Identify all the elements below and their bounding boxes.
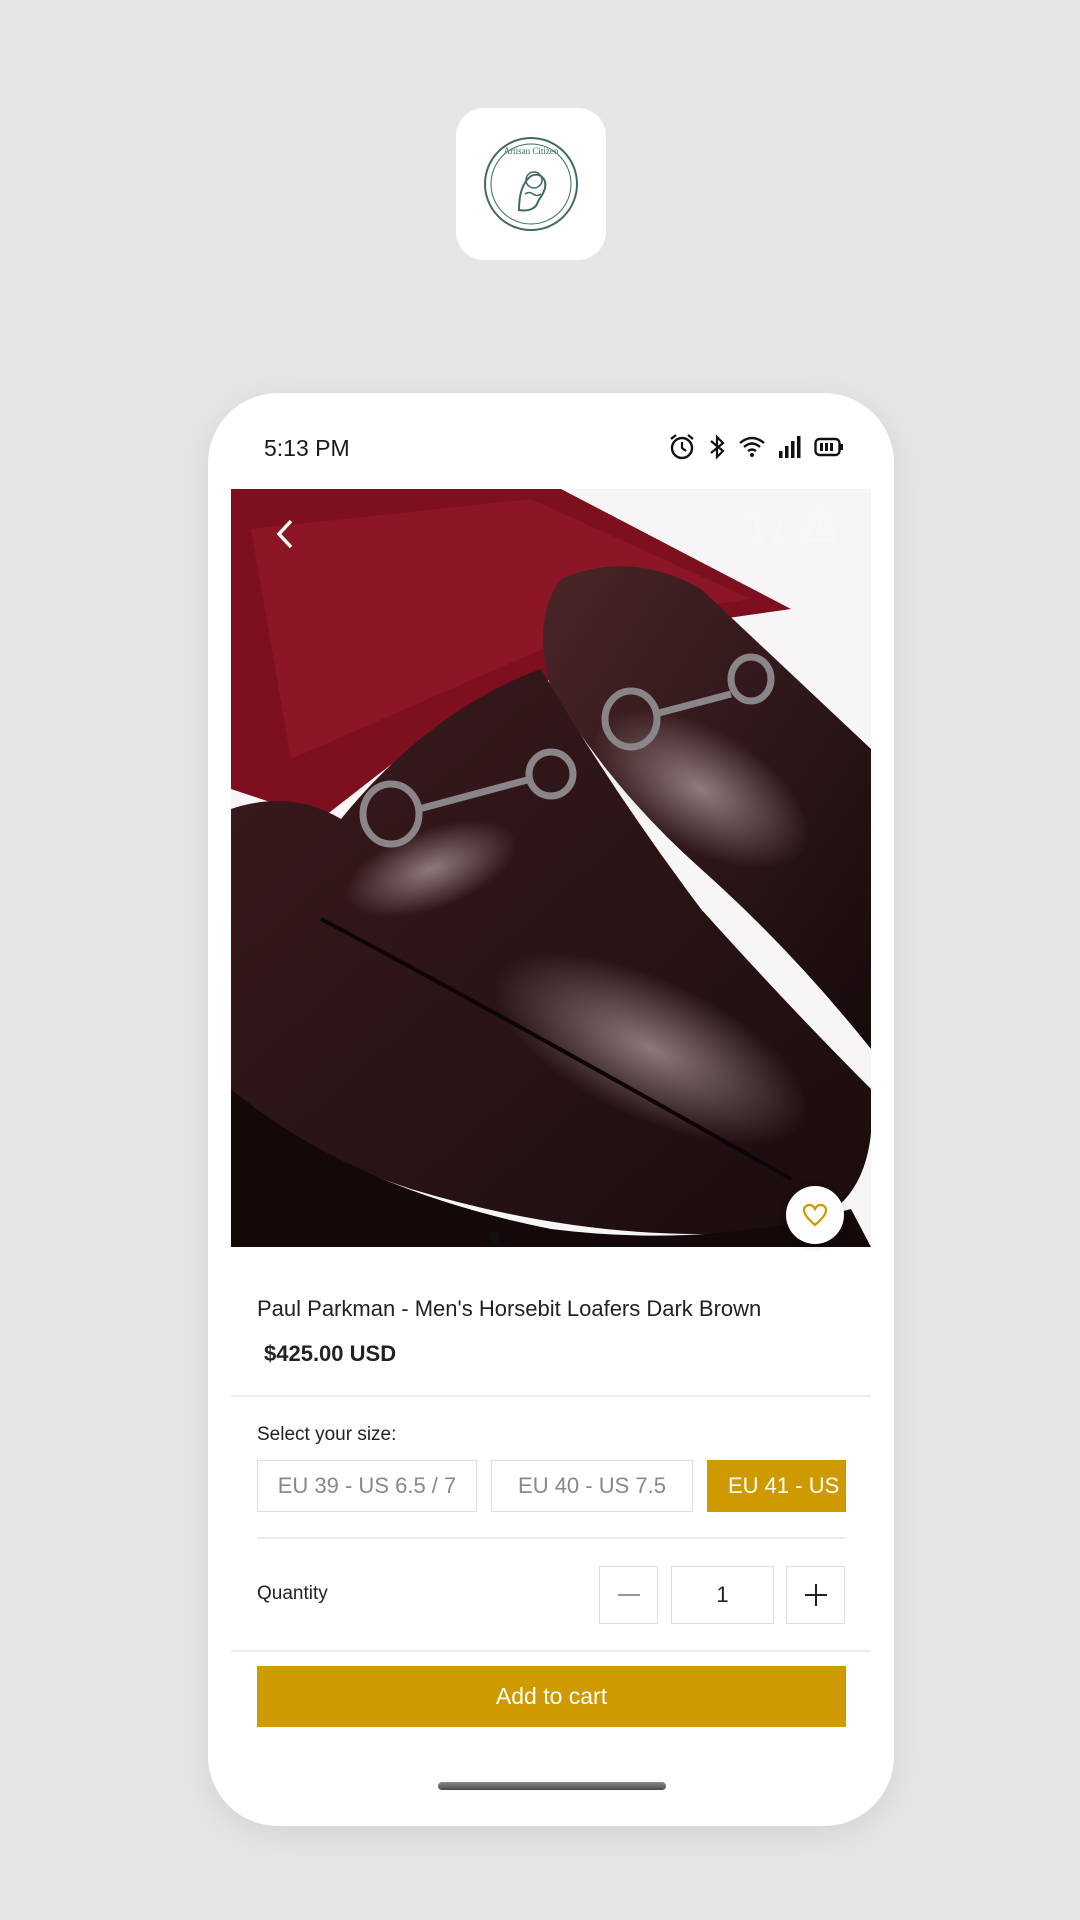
logo-text: Artisan Citizen (504, 146, 559, 156)
wifi-icon (738, 435, 766, 459)
cart-icon (749, 515, 783, 544)
quantity-increment-button[interactable] (786, 1566, 845, 1624)
heart-icon (802, 1203, 828, 1227)
battery-icon (814, 437, 844, 457)
quantity-label: Quantity (257, 1583, 328, 1604)
divider (231, 1395, 871, 1397)
back-button[interactable] (265, 514, 305, 554)
divider (231, 1650, 871, 1652)
size-label: Select your size: (257, 1424, 397, 1445)
alarm-icon (668, 433, 696, 461)
minus-icon (617, 1594, 640, 1596)
signal-icon (778, 435, 802, 459)
wishlist-button[interactable] (786, 1186, 844, 1244)
bluetooth-icon (708, 433, 726, 461)
size-option[interactable]: EU 40 - US 7.5 (491, 1460, 693, 1512)
share-button[interactable] (801, 507, 841, 547)
cart-button[interactable] (745, 509, 785, 549)
divider (257, 1537, 846, 1539)
size-option[interactable]: EU 39 - US 6.5 / 7 (257, 1460, 477, 1512)
quantity-value: 1 (716, 1582, 729, 1607)
status-time: 5:13 PM (264, 435, 350, 461)
product-price: $425.00 USD (264, 1341, 397, 1366)
status-icons (668, 433, 844, 461)
quantity-decrement-button[interactable] (599, 1566, 658, 1624)
quantity-input[interactable]: 1 (671, 1566, 774, 1624)
carousel-dot-active[interactable] (488, 1231, 500, 1243)
home-indicator[interactable] (438, 1782, 666, 1790)
size-option-selected[interactable]: EU 41 - US (707, 1460, 846, 1512)
status-bar: 5:13 PM (208, 393, 894, 489)
loafer-photo (231, 489, 871, 1247)
plus-icon (804, 1584, 827, 1606)
chevron-left-icon (276, 519, 293, 549)
share-icon (807, 511, 835, 543)
artisan-citizen-logo: Artisan Citizen (484, 137, 578, 231)
add-to-cart-button[interactable]: Add to cart (257, 1666, 846, 1727)
product-title: Paul Parkman - Men's Horsebit Loafers Da… (257, 1296, 762, 1321)
size-selector: EU 39 - US 6.5 / 7 EU 40 - US 7.5 EU 41 … (257, 1460, 846, 1512)
app-icon: Artisan Citizen (456, 108, 606, 260)
product-image[interactable] (231, 489, 871, 1247)
